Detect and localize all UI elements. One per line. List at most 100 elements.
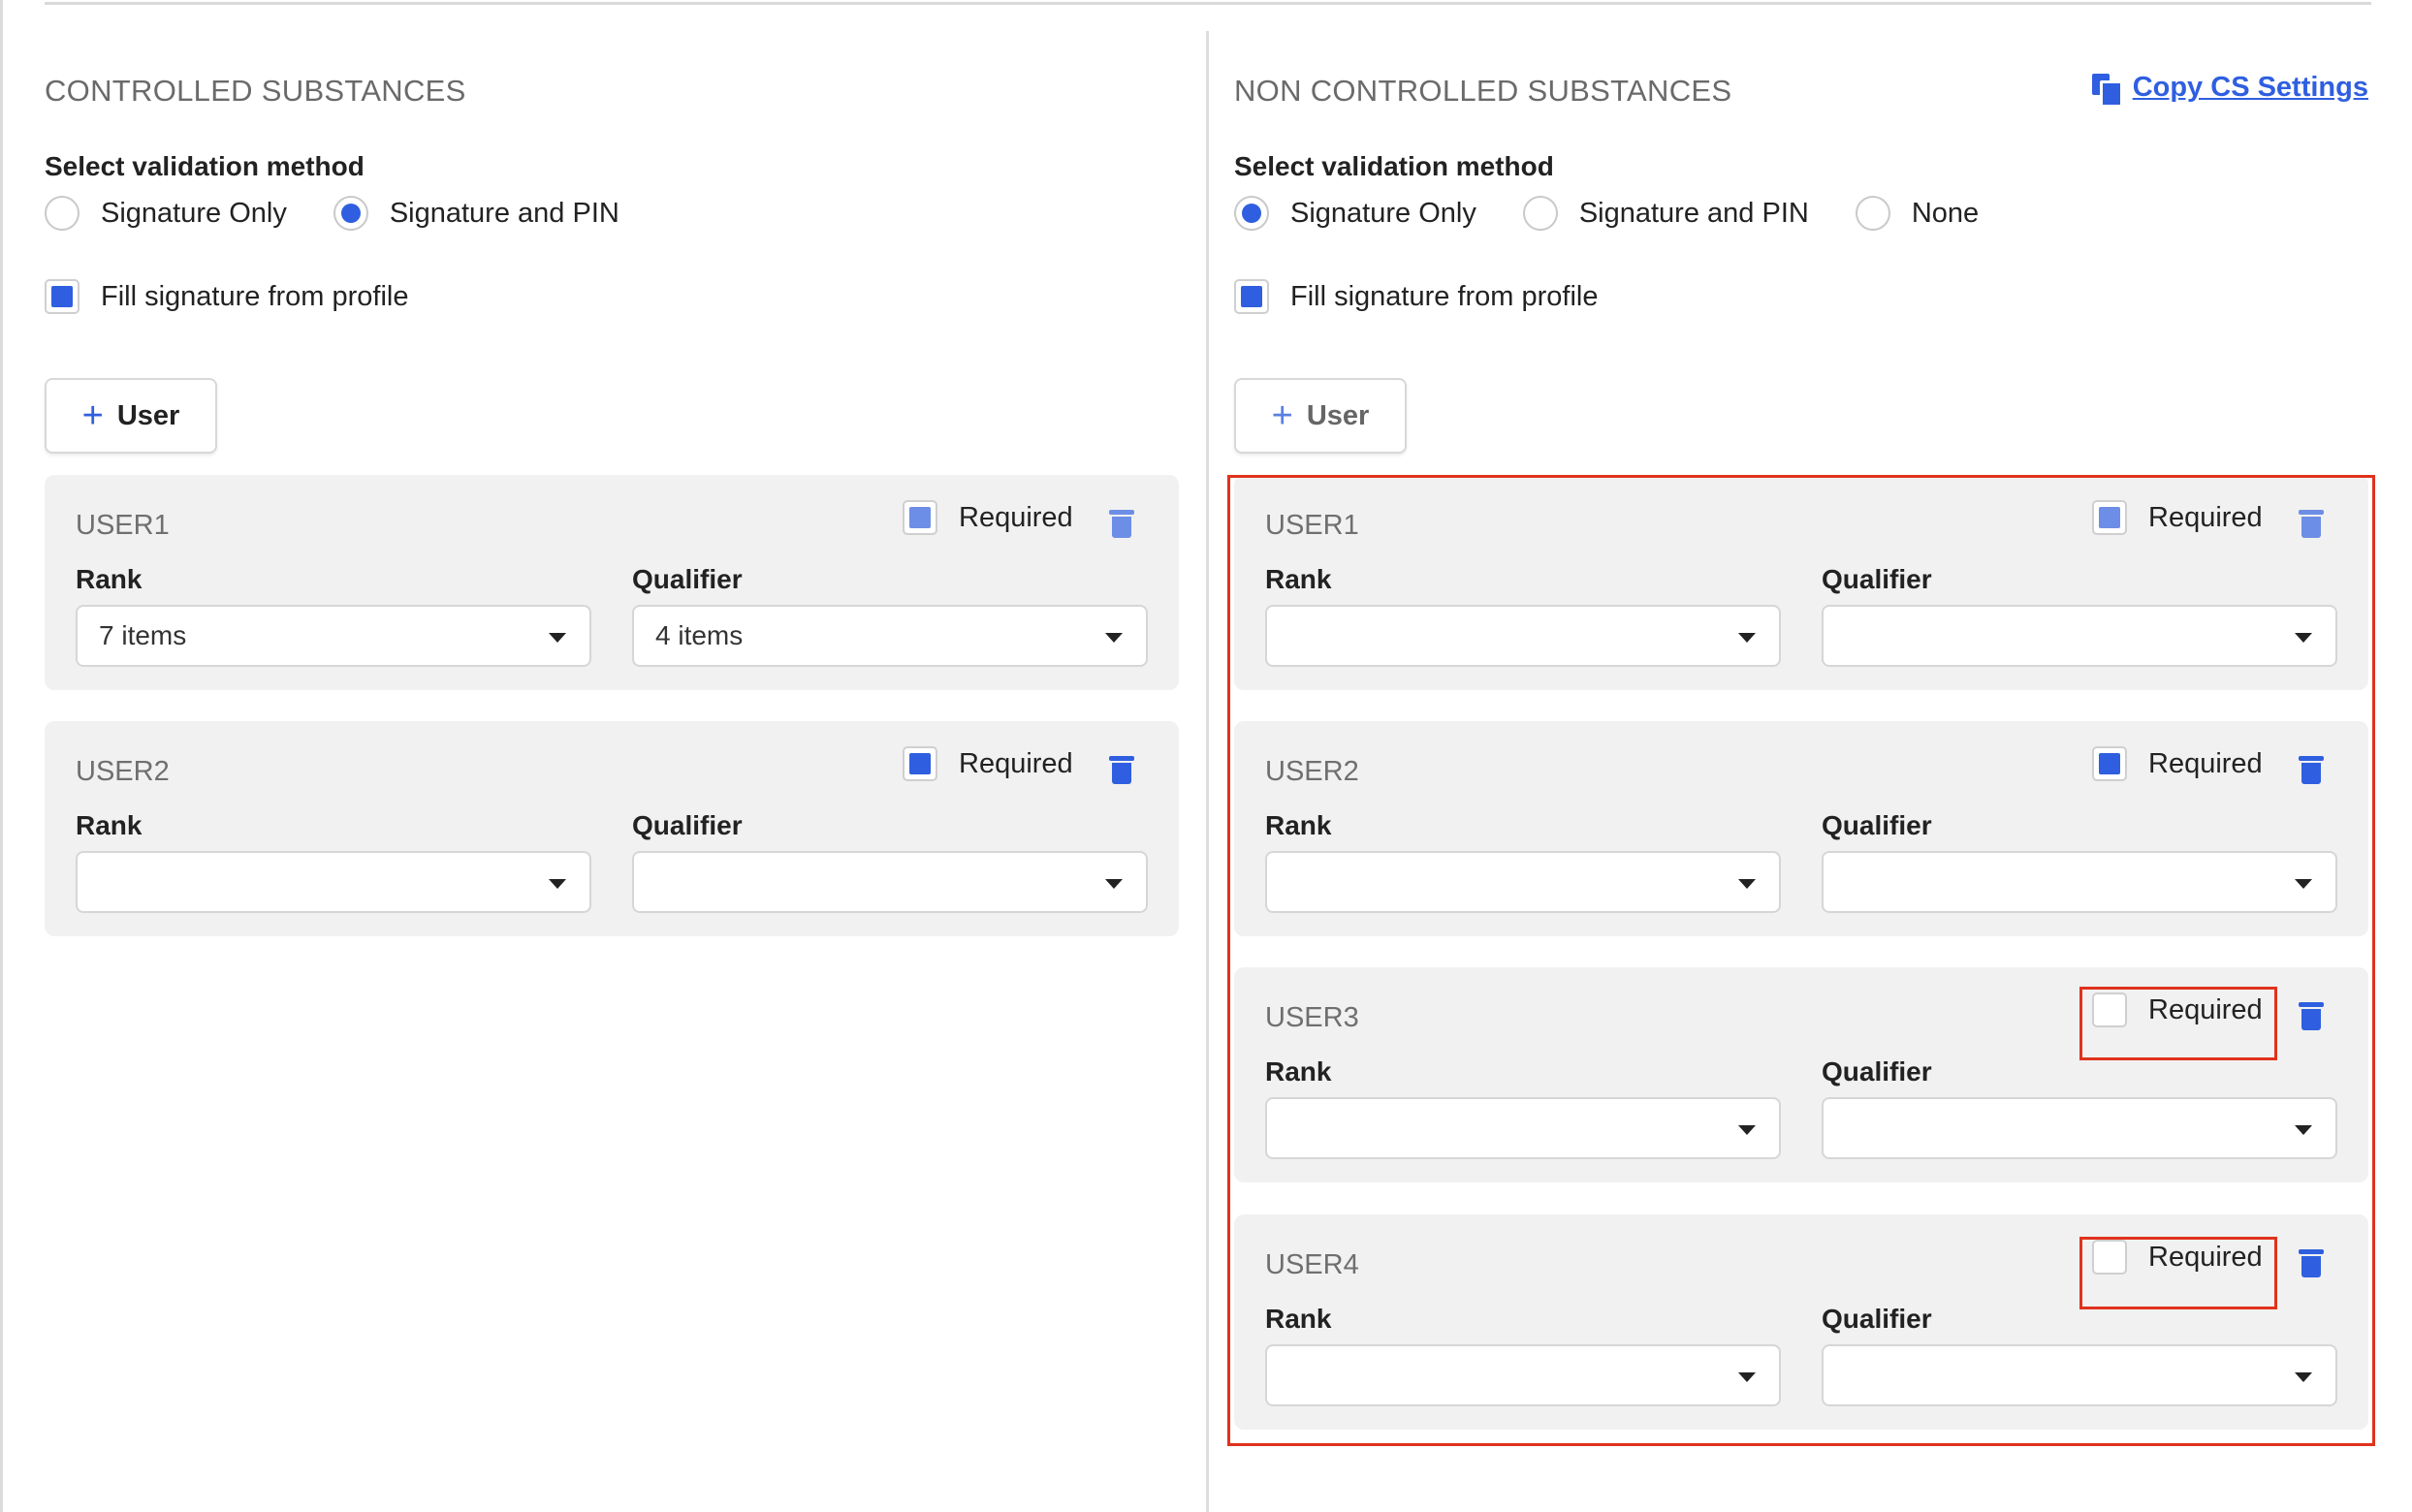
required-checkbox[interactable]: Required bbox=[2092, 992, 2263, 1027]
trash-icon[interactable] bbox=[2299, 754, 2324, 785]
add-user-button[interactable]: + User bbox=[45, 378, 217, 454]
qualifier-label: Qualifier bbox=[1822, 564, 1932, 594]
caret-down-icon bbox=[1738, 1372, 1756, 1382]
user-card-user3: USER3 Required Rank Qualifier bbox=[1234, 967, 2368, 1182]
user-card-user2: USER2 Required Rank Qualifier bbox=[45, 721, 1179, 936]
radio-button[interactable] bbox=[1522, 196, 1558, 231]
caret-down-icon bbox=[1738, 879, 1756, 889]
qualifier-select[interactable] bbox=[1822, 851, 2337, 913]
checkbox[interactable] bbox=[2092, 992, 2127, 1027]
caret-down-icon bbox=[1105, 633, 1123, 643]
user-card-user4: USER4 Required Rank Qualifier bbox=[1234, 1214, 2368, 1430]
section-title: NON CONTROLLED SUBSTANCES bbox=[1234, 74, 1732, 108]
radio-button-selected[interactable] bbox=[333, 196, 368, 231]
user-card-user1: USER1 Required Rank Qualifier bbox=[1234, 475, 2368, 690]
caret-down-icon bbox=[1738, 1125, 1756, 1135]
required-checkbox[interactable]: Required bbox=[2092, 500, 2263, 535]
radio-label: Signature and PIN bbox=[1578, 197, 1809, 229]
checkbox[interactable] bbox=[1234, 279, 1269, 314]
add-user-label: User bbox=[116, 399, 180, 431]
radio-signature-only[interactable]: Signature Only bbox=[45, 196, 287, 231]
checkbox-label: Fill signature from profile bbox=[1290, 280, 1599, 312]
checkbox[interactable] bbox=[903, 746, 937, 781]
radio-label: Signature Only bbox=[1290, 197, 1476, 229]
user-name: USER1 bbox=[76, 510, 170, 541]
fill-signature-checkbox[interactable]: Fill signature from profile bbox=[45, 279, 409, 314]
user-card-user1: USER1 Required Rank Qualifier 7 items 4 … bbox=[45, 475, 1179, 690]
rank-label: Rank bbox=[1265, 1304, 1332, 1334]
checkbox[interactable] bbox=[2092, 746, 2127, 781]
caret-down-icon bbox=[549, 879, 566, 889]
checkbox[interactable] bbox=[45, 279, 79, 314]
rank-label: Rank bbox=[1265, 1056, 1332, 1087]
qualifier-label: Qualifier bbox=[1822, 1304, 1932, 1334]
plus-icon: + bbox=[81, 395, 104, 436]
qualifier-select[interactable] bbox=[1822, 1097, 2337, 1159]
required-checkbox[interactable]: Required bbox=[2092, 746, 2263, 781]
rank-select[interactable]: 7 items bbox=[76, 605, 591, 667]
required-label: Required bbox=[2148, 1241, 2263, 1273]
qualifier-label: Qualifier bbox=[632, 810, 743, 840]
user-name: USER2 bbox=[1265, 756, 1359, 787]
required-checkbox[interactable]: Required bbox=[2092, 1240, 2263, 1275]
user-name: USER1 bbox=[1265, 510, 1359, 541]
radio-button[interactable] bbox=[45, 196, 79, 231]
required-checkbox[interactable]: Required bbox=[903, 500, 1073, 535]
required-label: Required bbox=[2148, 993, 2263, 1025]
rank-label: Rank bbox=[76, 564, 143, 594]
trash-icon[interactable] bbox=[2299, 1247, 2324, 1278]
rank-label: Rank bbox=[76, 810, 143, 840]
non-controlled-substances-panel: NON CONTROLLED SUBSTANCES Copy CS Settin… bbox=[1234, 0, 2368, 1512]
radio-signature-and-pin[interactable]: Signature and PIN bbox=[333, 196, 619, 231]
qualifier-select[interactable] bbox=[1822, 605, 2337, 667]
required-label: Required bbox=[959, 747, 1073, 779]
radio-label: Signature Only bbox=[101, 197, 287, 229]
add-user-button[interactable]: + User bbox=[1234, 378, 1407, 454]
validation-method-label: Select validation method bbox=[1234, 151, 1554, 181]
trash-icon[interactable] bbox=[1109, 508, 1134, 539]
qualifier-label: Qualifier bbox=[1822, 1056, 1932, 1087]
fill-signature-checkbox[interactable]: Fill signature from profile bbox=[1234, 279, 1599, 314]
rank-label: Rank bbox=[1265, 810, 1332, 840]
rank-select[interactable] bbox=[1265, 605, 1781, 667]
copy-cs-settings-link[interactable]: Copy CS Settings bbox=[2091, 72, 2368, 108]
radio-button-selected[interactable] bbox=[1234, 196, 1269, 231]
qualifier-select[interactable]: 4 items bbox=[632, 605, 1148, 667]
checkbox[interactable] bbox=[2092, 1240, 2127, 1275]
radio-label: None bbox=[1911, 197, 1980, 229]
radio-none[interactable]: None bbox=[1855, 196, 1980, 231]
radio-signature-and-pin[interactable]: Signature and PIN bbox=[1522, 196, 1809, 231]
qualifier-select[interactable] bbox=[1822, 1344, 2337, 1406]
section-title: CONTROLLED SUBSTANCES bbox=[45, 74, 466, 108]
user-name: USER2 bbox=[76, 756, 170, 787]
radio-button[interactable] bbox=[1855, 196, 1890, 231]
checkbox-label: Fill signature from profile bbox=[101, 280, 409, 312]
trash-icon[interactable] bbox=[1109, 754, 1134, 785]
caret-down-icon bbox=[2295, 1125, 2312, 1135]
radio-signature-only[interactable]: Signature Only bbox=[1234, 196, 1476, 231]
trash-icon[interactable] bbox=[2299, 1000, 2324, 1031]
caret-down-icon bbox=[2295, 1372, 2312, 1382]
trash-icon[interactable] bbox=[2299, 508, 2324, 539]
checkbox[interactable] bbox=[2092, 500, 2127, 535]
validation-method-label: Select validation method bbox=[45, 151, 365, 181]
checkbox[interactable] bbox=[903, 500, 937, 535]
rank-select[interactable] bbox=[1265, 1097, 1781, 1159]
required-checkbox[interactable]: Required bbox=[903, 746, 1073, 781]
user-name: USER3 bbox=[1265, 1002, 1359, 1033]
copy-link-label: Copy CS Settings bbox=[2132, 72, 2368, 103]
rank-select[interactable] bbox=[1265, 851, 1781, 913]
add-user-label: User bbox=[1306, 399, 1370, 431]
rank-select[interactable] bbox=[76, 851, 591, 913]
qualifier-select-value: 4 items bbox=[655, 620, 744, 650]
rank-label: Rank bbox=[1265, 564, 1332, 594]
rank-select[interactable] bbox=[1265, 1344, 1781, 1406]
required-label: Required bbox=[2148, 501, 2263, 533]
panel-divider bbox=[1206, 31, 1209, 1512]
copy-icon bbox=[2091, 73, 2123, 108]
qualifier-select[interactable] bbox=[632, 851, 1148, 913]
caret-down-icon bbox=[2295, 633, 2312, 643]
caret-down-icon bbox=[549, 633, 566, 643]
caret-down-icon bbox=[1738, 633, 1756, 643]
validation-method-radio-group: Signature Only Signature and PIN bbox=[45, 196, 666, 231]
